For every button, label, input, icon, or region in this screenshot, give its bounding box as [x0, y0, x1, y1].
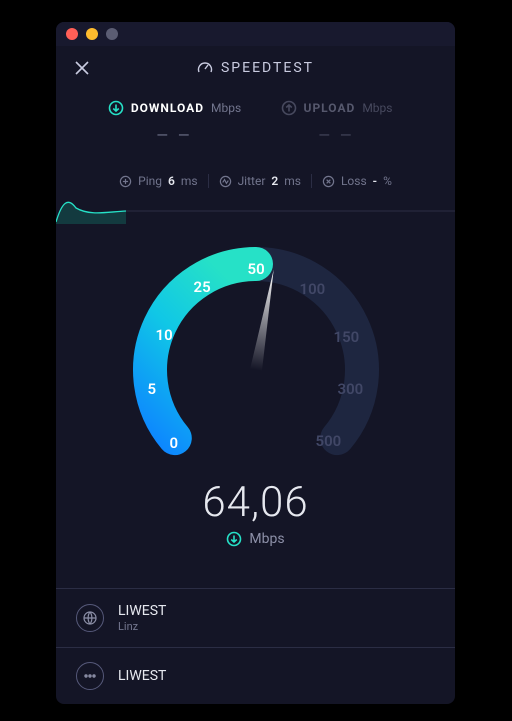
globe-icon — [76, 604, 104, 632]
stat-loss: Loss - % — [322, 174, 392, 188]
download-unit: Mbps — [211, 101, 241, 115]
titlebar — [56, 22, 455, 46]
tick-0: 0 — [170, 434, 179, 452]
tick-100: 100 — [300, 280, 326, 298]
network-icon — [76, 662, 104, 690]
window-close-button[interactable] — [66, 28, 78, 40]
download-icon — [226, 531, 242, 547]
traffic-lights — [66, 28, 118, 40]
divider — [311, 174, 312, 188]
footer: LIWEST Linz LIWEST — [56, 588, 455, 704]
download-value: — — — [156, 126, 192, 144]
ping-value: 6 — [168, 174, 175, 188]
tick-500: 500 — [316, 432, 342, 450]
brand-title: SPEEDTEST — [221, 60, 314, 76]
upload-value: — — — [318, 126, 354, 144]
isp-row[interactable]: LIWEST — [56, 647, 455, 704]
loss-value: - — [373, 174, 377, 188]
tick-10: 10 — [156, 326, 173, 344]
tab-download[interactable]: DOWNLOAD Mbps — — — [105, 100, 245, 144]
loss-icon — [322, 175, 335, 188]
speed-unit: Mbps — [249, 531, 284, 547]
upload-unit: Mbps — [362, 101, 392, 115]
stat-ping: Ping 6 ms — [119, 174, 197, 188]
server-row[interactable]: LIWEST Linz — [56, 588, 455, 647]
jitter-label: Jitter — [238, 174, 266, 188]
dl-ul-row: DOWNLOAD Mbps — — UPLOAD Mbps — — — [56, 100, 455, 144]
jitter-value: 2 — [271, 174, 278, 188]
loss-label: Loss — [341, 174, 367, 188]
ping-label: Ping — [138, 174, 162, 188]
tab-upload[interactable]: UPLOAD Mbps — — — [267, 100, 407, 144]
tick-300: 300 — [338, 380, 364, 398]
download-label: DOWNLOAD — [131, 101, 204, 115]
ping-unit: ms — [181, 174, 198, 188]
isp-name: LIWEST — [118, 668, 166, 684]
server-location: Linz — [118, 620, 166, 633]
jitter-unit: ms — [284, 174, 301, 188]
tick-50: 50 — [248, 260, 265, 278]
upload-icon — [281, 100, 297, 116]
throughput-sparkline — [56, 194, 455, 224]
ping-icon — [119, 175, 132, 188]
tick-5: 5 — [148, 380, 157, 398]
close-icon[interactable] — [70, 56, 94, 80]
tick-150: 150 — [334, 328, 360, 346]
tick-25: 25 — [194, 278, 211, 296]
stats-row: Ping 6 ms Jitter 2 ms Loss - % — [56, 174, 455, 188]
divider — [208, 174, 209, 188]
loss-unit: % — [383, 174, 392, 188]
server-name: LIWEST — [118, 603, 166, 619]
upload-label: UPLOAD — [304, 101, 356, 115]
speed-gauge: 0 5 10 25 50 100 150 300 500 — [106, 230, 406, 490]
brand: SPEEDTEST — [197, 60, 314, 76]
jitter-icon — [219, 175, 232, 188]
download-icon — [108, 100, 124, 116]
gauge-icon — [197, 60, 213, 76]
window-minimize-button[interactable] — [86, 28, 98, 40]
stat-jitter: Jitter 2 ms — [219, 174, 301, 188]
header: SPEEDTEST — [56, 46, 455, 90]
window-zoom-button[interactable] — [106, 28, 118, 40]
app-window: SPEEDTEST DOWNLOAD Mbps — — — [56, 22, 455, 704]
